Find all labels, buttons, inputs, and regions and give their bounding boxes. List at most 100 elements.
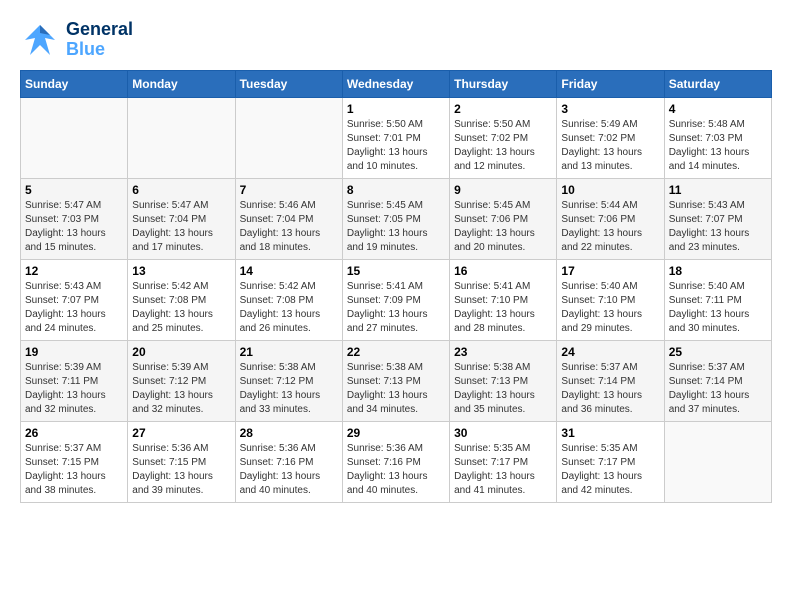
- day-number: 24: [561, 345, 659, 359]
- day-info: Sunrise: 5:46 AM Sunset: 7:04 PM Dayligh…: [240, 199, 338, 255]
- calendar-cell: [235, 98, 342, 179]
- day-info: Sunrise: 5:41 AM Sunset: 7:09 PM Dayligh…: [347, 280, 445, 336]
- day-number: 19: [25, 345, 123, 359]
- weekday-wednesday: Wednesday: [342, 71, 449, 98]
- day-info: Sunrise: 5:44 AM Sunset: 7:06 PM Dayligh…: [561, 199, 659, 255]
- week-row-1: 1Sunrise: 5:50 AM Sunset: 7:01 PM Daylig…: [21, 98, 772, 179]
- day-info: Sunrise: 5:42 AM Sunset: 7:08 PM Dayligh…: [240, 280, 338, 336]
- weekday-header-row: SundayMondayTuesdayWednesdayThursdayFrid…: [21, 71, 772, 98]
- day-number: 22: [347, 345, 445, 359]
- calendar-cell: 16Sunrise: 5:41 AM Sunset: 7:10 PM Dayli…: [450, 260, 557, 341]
- day-info: Sunrise: 5:47 AM Sunset: 7:03 PM Dayligh…: [25, 199, 123, 255]
- calendar-table: SundayMondayTuesdayWednesdayThursdayFrid…: [20, 70, 772, 503]
- week-row-2: 5Sunrise: 5:47 AM Sunset: 7:03 PM Daylig…: [21, 179, 772, 260]
- day-number: 18: [669, 264, 767, 278]
- calendar-cell: 12 Sunrise: 5:43 AM Sunset: 7:07 PM Dayli…: [21, 260, 128, 341]
- day-number: 12: [25, 264, 123, 278]
- calendar-header: SundayMondayTuesdayWednesdayThursdayFrid…: [21, 71, 772, 98]
- day-number: 25: [669, 345, 767, 359]
- calendar-body: 1Sunrise: 5:50 AM Sunset: 7:01 PM Daylig…: [21, 98, 772, 503]
- day-info: Sunrise: 5:37 AM Sunset: 7:14 PM Dayligh…: [561, 361, 659, 417]
- week-row-3: 12 Sunrise: 5:43 AM Sunset: 7:07 PM Dayli…: [21, 260, 772, 341]
- calendar-cell: 19Sunrise: 5:39 AM Sunset: 7:11 PM Dayli…: [21, 341, 128, 422]
- day-info: Sunrise: 5:38 AM Sunset: 7:12 PM Dayligh…: [240, 361, 338, 417]
- day-info: Sunrise: 5:45 AM Sunset: 7:05 PM Dayligh…: [347, 199, 445, 255]
- calendar-cell: 27 Sunrise: 5:36 AM Sunset: 7:15 PM Dayli…: [128, 422, 235, 503]
- day-number: 11: [669, 183, 767, 197]
- day-info: Sunrise: 5:37 AM Sunset: 7:14 PM Dayligh…: [669, 361, 767, 417]
- weekday-thursday: Thursday: [450, 71, 557, 98]
- weekday-tuesday: Tuesday: [235, 71, 342, 98]
- weekday-saturday: Saturday: [664, 71, 771, 98]
- calendar-cell: 2 Sunrise: 5:50 AM Sunset: 7:02 PM Daylig…: [450, 98, 557, 179]
- week-row-4: 19Sunrise: 5:39 AM Sunset: 7:11 PM Dayli…: [21, 341, 772, 422]
- day-info: Sunrise: 5:43 AM Sunset: 7:07 PM Dayligh…: [669, 199, 767, 255]
- day-info: Sunrise: 5:35 AM Sunset: 7:17 PM Dayligh…: [454, 442, 552, 498]
- calendar-cell: 25 Sunrise: 5:37 AM Sunset: 7:14 PM Dayli…: [664, 341, 771, 422]
- calendar-cell: 3Sunrise: 5:49 AM Sunset: 7:02 PM Daylig…: [557, 98, 664, 179]
- week-row-5: 26 Sunrise: 5:37 AM Sunset: 7:15 PM Dayli…: [21, 422, 772, 503]
- calendar-cell: 8 Sunrise: 5:45 AM Sunset: 7:05 PM Daylig…: [342, 179, 449, 260]
- day-number: 9: [454, 183, 552, 197]
- calendar-cell: 28Sunrise: 5:36 AM Sunset: 7:16 PM Dayli…: [235, 422, 342, 503]
- calendar-cell: 10 Sunrise: 5:44 AM Sunset: 7:06 PM Dayli…: [557, 179, 664, 260]
- calendar-cell: 5Sunrise: 5:47 AM Sunset: 7:03 PM Daylig…: [21, 179, 128, 260]
- calendar-cell: 11 Sunrise: 5:43 AM Sunset: 7:07 PM Dayli…: [664, 179, 771, 260]
- calendar-cell: 1Sunrise: 5:50 AM Sunset: 7:01 PM Daylig…: [342, 98, 449, 179]
- logo: General Blue: [20, 20, 133, 60]
- calendar-cell: 13 Sunrise: 5:42 AM Sunset: 7:08 PM Dayli…: [128, 260, 235, 341]
- day-number: 26: [25, 426, 123, 440]
- calendar-cell: 30 Sunrise: 5:35 AM Sunset: 7:17 PM Dayli…: [450, 422, 557, 503]
- day-info: Sunrise: 5:50 AM Sunset: 7:02 PM Dayligh…: [454, 118, 552, 174]
- calendar-cell: 14Sunrise: 5:42 AM Sunset: 7:08 PM Dayli…: [235, 260, 342, 341]
- calendar-cell: 21 Sunrise: 5:38 AM Sunset: 7:12 PM Dayli…: [235, 341, 342, 422]
- day-info: Sunrise: 5:38 AM Sunset: 7:13 PM Dayligh…: [347, 361, 445, 417]
- day-number: 10: [561, 183, 659, 197]
- day-info: Sunrise: 5:43 AM Sunset: 7:07 PM Dayligh…: [25, 280, 123, 336]
- day-info: Sunrise: 5:37 AM Sunset: 7:15 PM Dayligh…: [25, 442, 123, 498]
- day-number: 7: [240, 183, 338, 197]
- calendar-cell: 20Sunrise: 5:39 AM Sunset: 7:12 PM Dayli…: [128, 341, 235, 422]
- day-info: Sunrise: 5:36 AM Sunset: 7:16 PM Dayligh…: [347, 442, 445, 498]
- calendar-cell: 26 Sunrise: 5:37 AM Sunset: 7:15 PM Dayli…: [21, 422, 128, 503]
- day-info: Sunrise: 5:36 AM Sunset: 7:15 PM Dayligh…: [132, 442, 230, 498]
- day-info: Sunrise: 5:35 AM Sunset: 7:17 PM Dayligh…: [561, 442, 659, 498]
- day-info: Sunrise: 5:40 AM Sunset: 7:11 PM Dayligh…: [669, 280, 767, 336]
- calendar-cell: 6Sunrise: 5:47 AM Sunset: 7:04 PM Daylig…: [128, 179, 235, 260]
- day-number: 27: [132, 426, 230, 440]
- calendar-cell: 7 Sunrise: 5:46 AM Sunset: 7:04 PM Daylig…: [235, 179, 342, 260]
- logo-text: General Blue: [66, 20, 133, 60]
- day-number: 30: [454, 426, 552, 440]
- day-info: Sunrise: 5:41 AM Sunset: 7:10 PM Dayligh…: [454, 280, 552, 336]
- day-number: 17: [561, 264, 659, 278]
- day-number: 2: [454, 102, 552, 116]
- day-number: 23: [454, 345, 552, 359]
- day-number: 21: [240, 345, 338, 359]
- weekday-friday: Friday: [557, 71, 664, 98]
- calendar-cell: [128, 98, 235, 179]
- day-info: Sunrise: 5:38 AM Sunset: 7:13 PM Dayligh…: [454, 361, 552, 417]
- calendar-cell: 15 Sunrise: 5:41 AM Sunset: 7:09 PM Dayli…: [342, 260, 449, 341]
- day-info: Sunrise: 5:40 AM Sunset: 7:10 PM Dayligh…: [561, 280, 659, 336]
- day-number: 4: [669, 102, 767, 116]
- weekday-sunday: Sunday: [21, 71, 128, 98]
- page-header: General Blue: [20, 20, 772, 60]
- day-number: 29: [347, 426, 445, 440]
- calendar-cell: 4 Sunrise: 5:48 AM Sunset: 7:03 PM Daylig…: [664, 98, 771, 179]
- day-number: 31: [561, 426, 659, 440]
- calendar-cell: 23 Sunrise: 5:38 AM Sunset: 7:13 PM Dayli…: [450, 341, 557, 422]
- calendar-cell: 31 Sunrise: 5:35 AM Sunset: 7:17 PM Dayli…: [557, 422, 664, 503]
- day-number: 28: [240, 426, 338, 440]
- day-info: Sunrise: 5:47 AM Sunset: 7:04 PM Dayligh…: [132, 199, 230, 255]
- day-number: 15: [347, 264, 445, 278]
- day-info: Sunrise: 5:42 AM Sunset: 7:08 PM Dayligh…: [132, 280, 230, 336]
- calendar-cell: 24 Sunrise: 5:37 AM Sunset: 7:14 PM Dayli…: [557, 341, 664, 422]
- day-info: Sunrise: 5:39 AM Sunset: 7:12 PM Dayligh…: [132, 361, 230, 417]
- weekday-monday: Monday: [128, 71, 235, 98]
- day-info: Sunrise: 5:49 AM Sunset: 7:02 PM Dayligh…: [561, 118, 659, 174]
- day-info: Sunrise: 5:48 AM Sunset: 7:03 PM Dayligh…: [669, 118, 767, 174]
- calendar-cell: 17 Sunrise: 5:40 AM Sunset: 7:10 PM Dayli…: [557, 260, 664, 341]
- day-number: 8: [347, 183, 445, 197]
- day-number: 13: [132, 264, 230, 278]
- day-number: 1: [347, 102, 445, 116]
